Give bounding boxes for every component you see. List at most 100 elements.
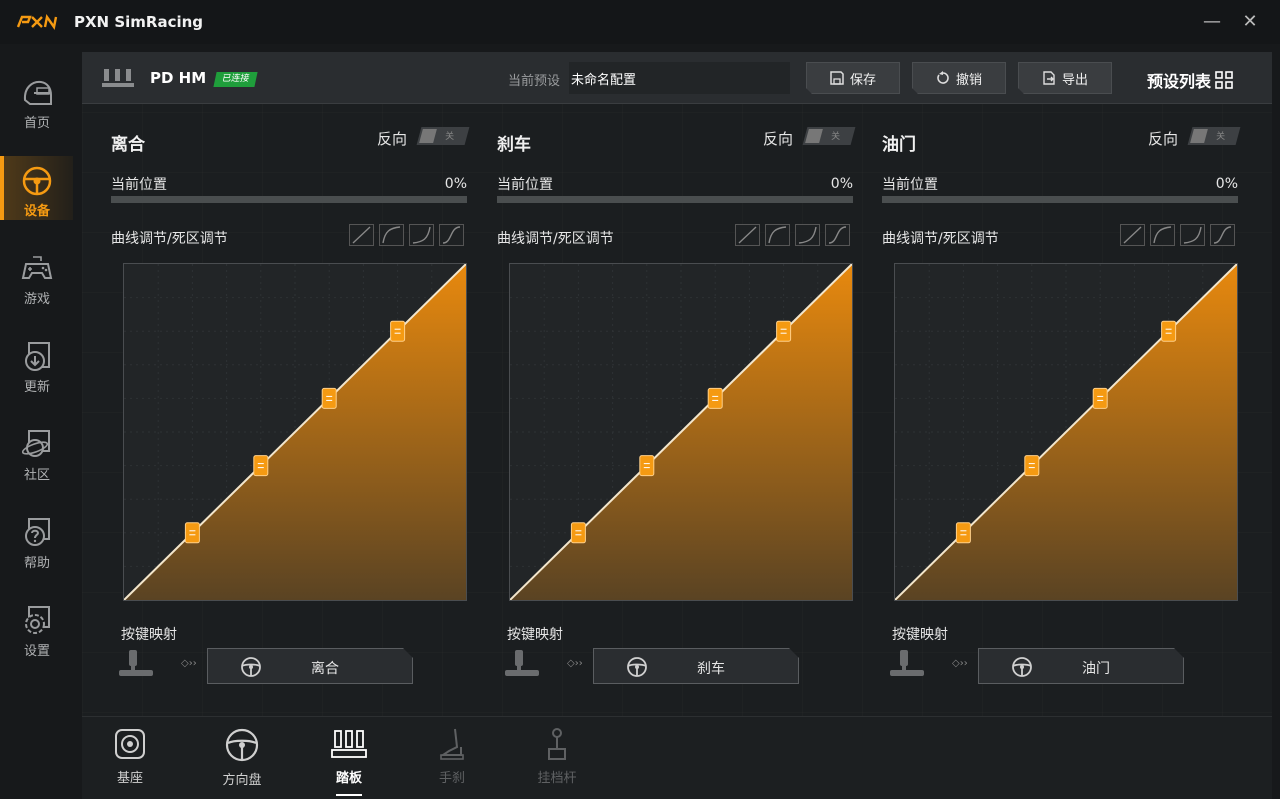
- export-button[interactable]: 导出: [1018, 62, 1112, 94]
- planet-icon: [21, 430, 50, 457]
- curve-concave-button[interactable]: [795, 224, 820, 246]
- position-label: 当前位置: [497, 177, 553, 193]
- tab-handbrake[interactable]: 手刹: [417, 727, 487, 786]
- pedal-title: 离合: [111, 135, 145, 155]
- linear-curve-icon: [1123, 226, 1142, 244]
- close-button[interactable]: ✕: [1238, 10, 1262, 34]
- curve-control-point[interactable]: [1024, 455, 1040, 477]
- device-name: PD HM: [150, 69, 207, 87]
- status-badge: 已连接: [213, 72, 258, 87]
- sidebar-item-label: 设置: [23, 644, 50, 659]
- tab-pedals[interactable]: 踏板: [314, 727, 384, 796]
- curve-s-button[interactable]: [825, 224, 850, 246]
- preset-name-input[interactable]: [569, 62, 790, 94]
- position-bar: [497, 196, 853, 203]
- pedal-title: 刹车: [497, 135, 531, 155]
- curve-chart[interactable]: [509, 263, 853, 601]
- undo-button[interactable]: 撤销: [912, 62, 1006, 94]
- curve-control-point[interactable]: [955, 522, 971, 544]
- curve-concave-button[interactable]: [1180, 224, 1205, 246]
- reverse-toggle[interactable]: 关: [1187, 127, 1241, 145]
- curve-control-point[interactable]: [639, 455, 655, 477]
- export-label: 导出: [1061, 72, 1088, 88]
- sidebar-item-settings[interactable]: 设置: [0, 604, 74, 668]
- mapping-button-label: 离合: [311, 661, 339, 677]
- tab-steering-wheel[interactable]: 方向盘: [207, 727, 277, 788]
- curve-concave-button[interactable]: [409, 224, 434, 246]
- curve-linear-button[interactable]: [349, 224, 374, 246]
- curve-convex-button[interactable]: [379, 224, 404, 246]
- gear-icon: [25, 606, 50, 634]
- mapping-button[interactable]: 油门: [978, 648, 1184, 684]
- shifter-icon: [548, 728, 566, 760]
- curve-presets: [735, 224, 850, 246]
- tab-shifter-label: 挂档杆: [537, 771, 577, 786]
- reverse-toggle[interactable]: 关: [802, 127, 856, 145]
- pedal-panel-throttle: 油门 反向 关 当前位置 0% 曲线调节/死区调节 按键映射 ◇›› 油门: [882, 122, 1241, 692]
- curve-control-point[interactable]: [184, 522, 200, 544]
- concave-curve-icon: [412, 226, 431, 244]
- mapping-arrow-icon: ◇››: [181, 658, 197, 669]
- curve-control-point[interactable]: [776, 320, 792, 342]
- sidebar-item-home[interactable]: 首页: [0, 76, 74, 140]
- tab-base[interactable]: 基座: [95, 727, 165, 786]
- curve-graph[interactable]: [509, 263, 853, 601]
- curve-presets: [349, 224, 464, 246]
- undo-label: 撤销: [955, 72, 982, 88]
- device-tab-bar: 基座 方向盘 踏板 手刹 挂档杆: [82, 716, 1272, 799]
- position-label: 当前位置: [882, 177, 938, 193]
- curve-graph[interactable]: [894, 263, 1238, 601]
- reverse-toggle[interactable]: 关: [416, 127, 470, 145]
- curve-control-point[interactable]: [390, 320, 406, 342]
- toggle-state: 关: [1216, 132, 1226, 142]
- main-panel: PD HM 已连接 当前预设 保存 撤销 导出 预设列表 离合 反向 关 当前位…: [82, 52, 1272, 799]
- convex-curve-icon: [768, 226, 787, 244]
- minimize-button[interactable]: —: [1200, 10, 1224, 34]
- sidebar-item-community[interactable]: 社区: [0, 428, 74, 492]
- curve-graph[interactable]: [123, 263, 467, 601]
- curve-s-button[interactable]: [1210, 224, 1235, 246]
- reverse-label: 反向: [377, 130, 408, 148]
- curve-chart[interactable]: [123, 263, 467, 601]
- curve-convex-button[interactable]: [765, 224, 790, 246]
- curve-s-button[interactable]: [439, 224, 464, 246]
- curve-chart[interactable]: [894, 263, 1238, 601]
- mapping-button[interactable]: 刹车: [593, 648, 799, 684]
- steering-wheel-icon: [225, 728, 259, 762]
- sidebar-item-help[interactable]: 帮助: [0, 516, 74, 580]
- curve-control-point[interactable]: [1161, 320, 1177, 342]
- device-header: PD HM 已连接 当前预设 保存 撤销 导出 预设列表: [82, 52, 1272, 104]
- sidebar-item-label: 帮助: [23, 556, 50, 571]
- curve-label: 曲线调节/死区调节: [882, 231, 999, 247]
- sidebar-item-update[interactable]: 更新: [0, 340, 74, 404]
- curve-convex-button[interactable]: [1150, 224, 1175, 246]
- position-bar: [111, 196, 467, 203]
- curve-control-point[interactable]: [253, 455, 269, 477]
- curve-linear-button[interactable]: [1120, 224, 1145, 246]
- sidebar-item-games[interactable]: 游戏: [0, 252, 74, 316]
- curve-control-point[interactable]: [1092, 387, 1108, 409]
- mapping-button-label: 刹车: [697, 661, 725, 677]
- curve-control-point[interactable]: [707, 387, 723, 409]
- preset-label: 当前预设: [508, 74, 561, 89]
- mapping-button[interactable]: 离合: [207, 648, 413, 684]
- curve-presets: [1120, 224, 1235, 246]
- sidebar-item-label: 社区: [23, 468, 50, 483]
- curve-label: 曲线调节/死区调节: [497, 231, 614, 247]
- tab-shifter[interactable]: 挂档杆: [522, 727, 592, 786]
- save-button[interactable]: 保存: [806, 62, 900, 94]
- pedal-panel-clutch: 离合 反向 关 当前位置 0% 曲线调节/死区调节 按键映射 ◇›› 离合: [111, 122, 470, 692]
- convex-curve-icon: [1153, 226, 1172, 244]
- sidebar: 首页 设备 游戏 更新 社区 帮助 设置: [0, 44, 74, 799]
- curve-control-point[interactable]: [321, 387, 337, 409]
- sidebar-item-device[interactable]: 设备: [0, 156, 74, 228]
- tab-base-label: 基座: [116, 771, 143, 786]
- sidebar-item-label: 设备: [23, 204, 50, 219]
- preset-list-button[interactable]: 预设列表: [1147, 68, 1233, 92]
- curve-control-point[interactable]: [570, 522, 586, 544]
- pedals-icon: [331, 730, 367, 758]
- curve-linear-button[interactable]: [735, 224, 760, 246]
- pedal-icon: [505, 650, 539, 676]
- sidebar-item-label: 游戏: [23, 292, 50, 307]
- position-value: 0%: [1215, 176, 1238, 192]
